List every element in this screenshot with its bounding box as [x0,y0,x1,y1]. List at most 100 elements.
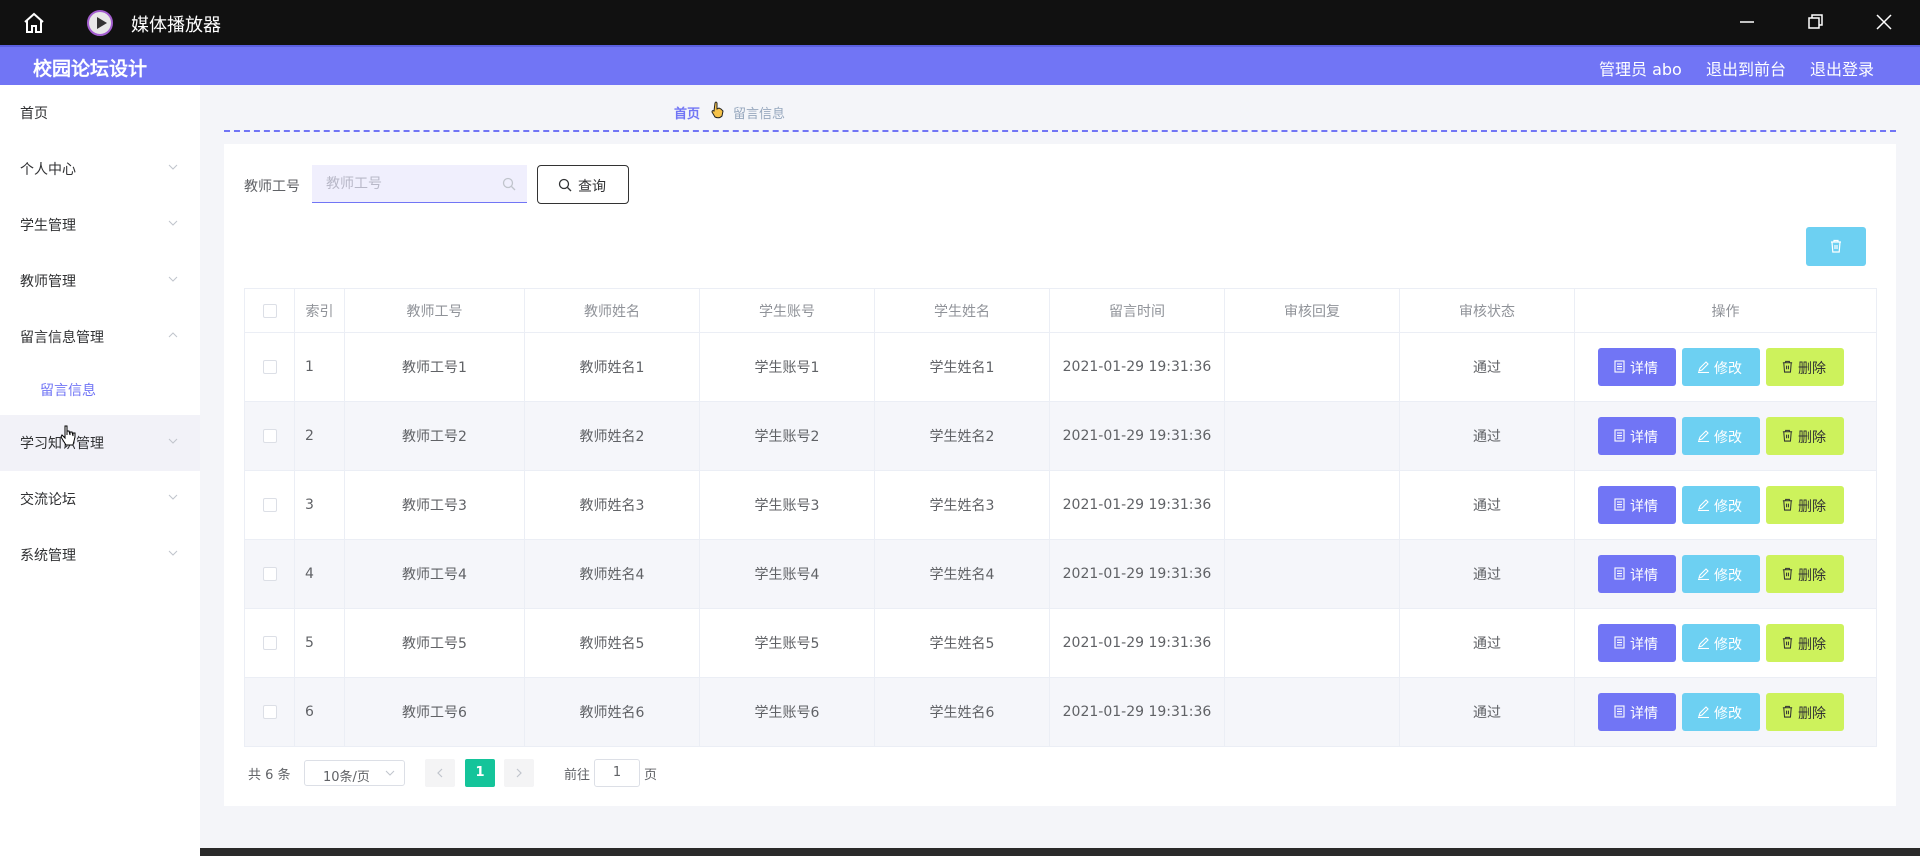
student-name-cell: 学生姓名5 [874,608,1050,678]
teacher-no-cell: 教师工号6 [344,677,525,747]
sidebar-item-teacher-management[interactable]: 教师管理 [0,253,200,309]
detail-button[interactable]: 详情 [1598,348,1676,386]
detail-button-label: 详情 [1630,637,1658,653]
edit-button[interactable]: 修改 [1682,486,1760,524]
prev-page-button[interactable] [425,759,455,787]
chevron-down-icon [168,494,178,500]
page-size-select[interactable]: 10条/页 [304,760,405,786]
exit-to-frontend-link[interactable]: 退出到前台 [1706,56,1786,80]
student-name-cell: 学生姓名4 [874,539,1050,609]
row-checkbox[interactable] [262,567,277,581]
teacher-name-cell: 教师姓名1 [524,332,700,402]
edit-button[interactable]: 修改 [1682,693,1760,731]
batch-delete-button[interactable] [1806,227,1866,266]
teacher-name-cell: 教师姓名2 [524,401,700,471]
edit-button[interactable]: 修改 [1682,555,1760,593]
delete-button[interactable]: 删除 [1766,348,1844,386]
admin-user-link[interactable]: 管理员 abo [1599,56,1682,80]
maximize-icon[interactable] [1803,10,1827,34]
edit-button[interactable]: 修改 [1682,348,1760,386]
actions-cell: 详情 修改 删除 [1574,332,1877,402]
sidebar-item-student-management[interactable]: 学生管理 [0,197,200,253]
query-button[interactable]: 查询 [537,165,629,204]
delete-button[interactable]: 删除 [1766,555,1844,593]
trash-icon [1782,567,1793,580]
row-checkbox[interactable] [262,705,277,719]
detail-button[interactable]: 详情 [1598,624,1676,662]
detail-button[interactable]: 详情 [1598,486,1676,524]
message-time-cell: 2021-01-29 19:31:36 [1049,677,1225,747]
message-time-cell: 2021-01-29 19:31:36 [1049,539,1225,609]
review-reply-cell [1224,677,1400,747]
delete-button[interactable]: 删除 [1766,486,1844,524]
page-number-active[interactable]: 1 [465,759,495,787]
sidebar-item-learning-knowledge[interactable]: 学习知识管理 [0,415,200,471]
column-header: 学生姓名 [874,288,1050,333]
sidebar-item-message-management[interactable]: 留言信息管理 [0,309,200,365]
select-all-checkbox[interactable] [262,303,277,318]
index-cell: 2 [294,401,345,471]
home-icon[interactable] [22,11,46,35]
delete-button[interactable]: 删除 [1766,624,1844,662]
logout-link[interactable]: 退出登录 [1810,56,1874,80]
delete-button[interactable]: 删除 [1766,693,1844,731]
sidebar-item-personal-center[interactable]: 个人中心 [0,141,200,197]
detail-button[interactable]: 详情 [1598,693,1676,731]
hand-pointer-icon [711,101,724,119]
detail-button[interactable]: 详情 [1598,555,1676,593]
row-checkbox[interactable] [262,498,277,512]
breadcrumb-current: 留言信息 [733,107,786,122]
column-header: 审核状态 [1399,288,1575,333]
trash-icon [1782,498,1793,511]
document-icon [1614,567,1625,580]
review-reply-cell [1224,470,1400,540]
delete-button[interactable]: 删除 [1766,417,1844,455]
page-size-value: 10条/页 [323,770,370,785]
search-input[interactable] [326,173,496,195]
select-cell [244,401,295,471]
review-status-cell: 通过 [1399,608,1575,678]
select-all-cell [244,288,295,333]
detail-button-label: 详情 [1630,706,1658,722]
review-reply-cell [1224,332,1400,402]
goto-page-input[interactable]: 1 [594,759,640,787]
next-page-button[interactable] [504,759,534,787]
edit-button[interactable]: 修改 [1682,624,1760,662]
search-icon [502,177,516,191]
message-time-cell: 2021-01-29 19:31:36 [1049,332,1225,402]
document-icon [1614,498,1625,511]
row-checkbox[interactable] [262,360,277,374]
sidebar-item-system-management[interactable]: 系统管理 [0,527,200,583]
edit-button[interactable]: 修改 [1682,417,1760,455]
search-icon [558,178,572,192]
document-icon [1614,636,1625,649]
row-checkbox[interactable] [262,429,277,443]
minimize-icon[interactable] [1735,10,1759,34]
sidebar-item-forum[interactable]: 交流论坛 [0,471,200,527]
sidebar-subitem-message-info[interactable]: 留言信息 [0,365,200,415]
goto-label: 前往 [564,768,591,783]
delete-button-label: 删除 [1798,361,1826,377]
teacher-no-cell: 教师工号3 [344,470,525,540]
review-status-cell: 通过 [1399,470,1575,540]
breadcrumb-divider [224,130,1896,132]
row-checkbox[interactable] [262,636,277,650]
select-cell [244,608,295,678]
teacher-name-cell: 教师姓名6 [524,677,700,747]
message-table: 索引 教师工号 教师姓名 学生账号 学生姓名 留言时间 审核回复 审核状态 操作… [244,288,1877,747]
edit-icon [1698,568,1709,580]
breadcrumb-home[interactable]: 首页 [674,103,700,122]
student-account-cell: 学生账号1 [699,332,875,402]
teacher-no-cell: 教师工号2 [344,401,525,471]
search-field[interactable] [312,165,527,203]
column-header: 学生账号 [699,288,875,333]
close-icon[interactable] [1872,10,1896,34]
sidebar-item-label: 交流论坛 [20,492,76,508]
index-cell: 6 [294,677,345,747]
edit-icon [1698,499,1709,511]
search-label: 教师工号 [244,179,300,195]
sidebar-item-home[interactable]: 首页 [0,85,200,141]
detail-button[interactable]: 详情 [1598,417,1676,455]
query-button-label: 查询 [578,179,606,195]
message-time-cell: 2021-01-29 19:31:36 [1049,470,1225,540]
